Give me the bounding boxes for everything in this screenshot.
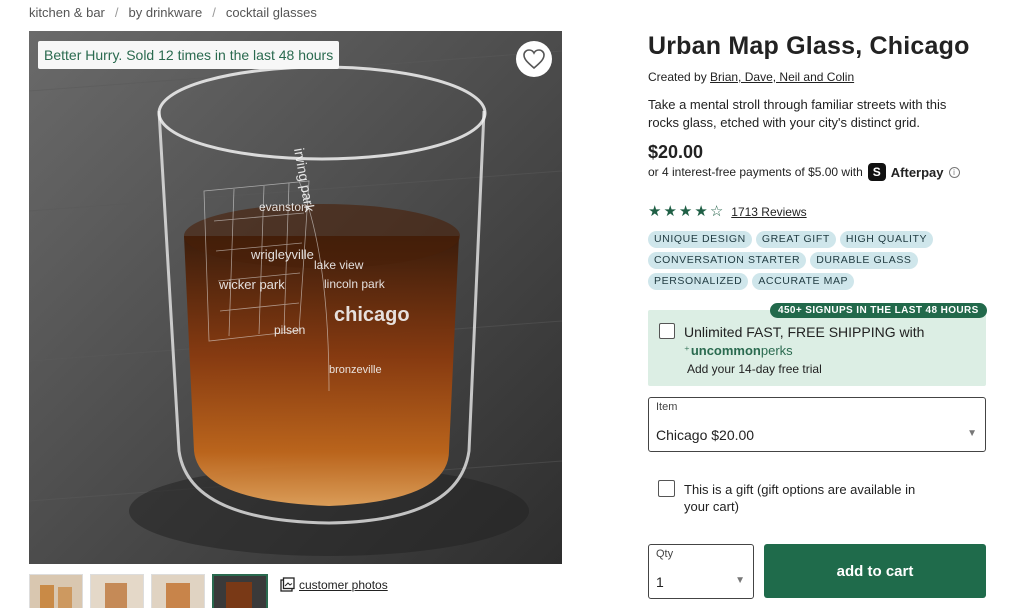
afterpay-logo-icon: S bbox=[867, 163, 886, 181]
tag[interactable]: CONVERSATION STARTER bbox=[648, 252, 807, 269]
caret-down-icon: ▼ bbox=[967, 428, 977, 439]
product-price: $20.00 bbox=[648, 142, 704, 162]
quantity-label: Qty bbox=[656, 548, 674, 560]
uncommon-perks-logo: ⁺ uncommon perks bbox=[684, 343, 793, 358]
add-to-cart-button[interactable]: add to cart bbox=[764, 544, 986, 598]
creators-link[interactable]: Brian, Dave, Neil and Colin bbox=[710, 70, 854, 84]
item-select-label: Item bbox=[656, 401, 678, 413]
product-tags: UNIQUE DESIGN GREAT GIFT HIGH QUALITY CO… bbox=[648, 231, 948, 290]
perks-brand-a: uncommon bbox=[690, 343, 761, 358]
created-by-prefix: Created by bbox=[648, 70, 707, 84]
thumbnail-image bbox=[214, 576, 266, 608]
hurry-badge: Better Hurry. Sold 12 times in the last … bbox=[38, 41, 340, 69]
photo-gallery-icon bbox=[280, 577, 295, 592]
afterpay-text: or 4 interest-free payments of $5.00 wit… bbox=[648, 165, 863, 179]
star-half-icon: ☆ bbox=[709, 203, 724, 220]
rating: ★ ★ ★ ★ ☆ 1713 Reviews bbox=[648, 204, 807, 219]
item-select-value: Chicago $20.00 bbox=[656, 427, 755, 443]
svg-text:wrigleyville: wrigleyville bbox=[250, 247, 314, 262]
star-full-icon: ★ bbox=[663, 203, 677, 220]
created-by: Created by Brian, Dave, Neil and Colin bbox=[648, 70, 854, 84]
tag[interactable]: DURABLE GLASS bbox=[810, 252, 918, 269]
svg-text:wicker park: wicker park bbox=[218, 277, 285, 292]
svg-text:lincoln park: lincoln park bbox=[324, 277, 386, 291]
tag[interactable]: HIGH QUALITY bbox=[839, 231, 934, 248]
gift-label: This is a gift (gift options are availab… bbox=[684, 482, 916, 514]
item-select[interactable]: Item Chicago $20.00 ▼ bbox=[648, 397, 986, 452]
afterpay-info: or 4 interest-free payments of $5.00 wit… bbox=[648, 163, 960, 181]
svg-text:bronzeville: bronzeville bbox=[329, 364, 382, 376]
afterpay-name: Afterpay bbox=[890, 164, 944, 180]
tag[interactable]: GREAT GIFT bbox=[755, 231, 836, 248]
perks-logo-icon: ⁺ bbox=[684, 345, 690, 357]
thumbnail-3[interactable] bbox=[151, 574, 205, 608]
star-full-icon: ★ bbox=[694, 203, 708, 220]
quantity-value: 1 bbox=[656, 574, 664, 590]
thumbnail-image bbox=[91, 575, 143, 608]
info-icon[interactable]: i bbox=[948, 166, 960, 178]
svg-text:chicago: chicago bbox=[334, 304, 410, 326]
product-title: Urban Map Glass, Chicago bbox=[648, 32, 970, 60]
breadcrumb-separator: / bbox=[212, 5, 216, 20]
product-main-image[interactable]: evanston wrigleyville lake view lincoln … bbox=[29, 31, 562, 564]
signups-badge: 450+ SIGNUPS IN THE LAST 48 HOURS bbox=[770, 303, 987, 318]
thumbnail-strip bbox=[29, 574, 268, 608]
thumbnail-image bbox=[30, 575, 82, 608]
breadcrumb-cocktail-glasses[interactable]: cocktail glasses bbox=[226, 5, 317, 20]
thumbnail-4-selected[interactable] bbox=[212, 574, 268, 608]
breadcrumb-kitchen-bar[interactable]: kitchen & bar bbox=[29, 5, 105, 20]
free-shipping-title: Unlimited FAST, FREE SHIPPING with bbox=[684, 324, 925, 340]
gift-checkbox[interactable] bbox=[658, 480, 675, 497]
caret-down-icon: ▼ bbox=[735, 575, 745, 586]
quantity-select[interactable]: Qty 1 ▼ bbox=[648, 544, 754, 599]
reviews-link[interactable]: 1713 Reviews bbox=[731, 205, 806, 219]
perks-brand-b: perks bbox=[760, 343, 793, 358]
tag[interactable]: ACCURATE MAP bbox=[752, 273, 855, 290]
tag[interactable]: UNIQUE DESIGN bbox=[648, 231, 752, 248]
svg-text:lake view: lake view bbox=[314, 258, 364, 272]
thumbnail-1[interactable] bbox=[29, 574, 83, 608]
free-trial-text: Add your 14-day free trial bbox=[687, 362, 822, 376]
customer-photos-link[interactable]: customer photos bbox=[280, 577, 388, 592]
heart-icon bbox=[523, 49, 545, 70]
thumbnail-image bbox=[152, 575, 204, 608]
breadcrumb-separator: / bbox=[114, 5, 119, 20]
glass-illustration: evanston wrigleyville lake view lincoln … bbox=[29, 31, 562, 564]
tag[interactable]: PERSONALIZED bbox=[648, 273, 749, 290]
breadcrumb: kitchen & bar / by drinkware / cocktail … bbox=[29, 5, 317, 20]
favorite-button[interactable] bbox=[516, 41, 552, 77]
customer-photos-label: customer photos bbox=[299, 577, 388, 592]
star-full-icon: ★ bbox=[678, 203, 693, 220]
star-full-icon: ★ bbox=[648, 203, 662, 220]
thumbnail-2[interactable] bbox=[90, 574, 144, 608]
breadcrumb-drinkware[interactable]: by drinkware bbox=[129, 5, 203, 20]
product-description: Take a mental stroll through familiar st… bbox=[648, 97, 947, 130]
svg-text:pilsen: pilsen bbox=[274, 323, 305, 337]
free-shipping-checkbox[interactable] bbox=[659, 323, 675, 339]
